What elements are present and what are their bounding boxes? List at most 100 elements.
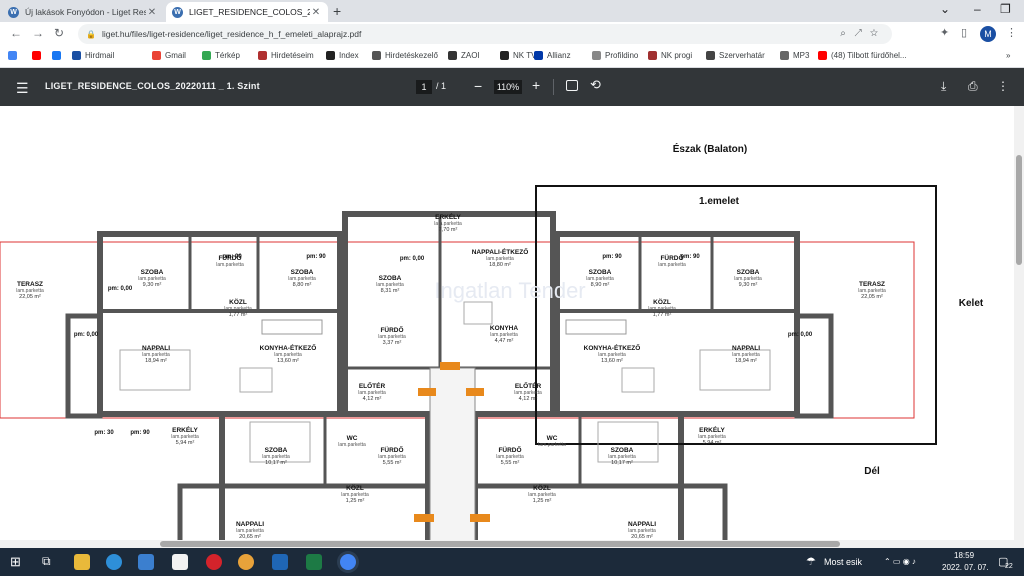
side-panel-icon[interactable]: ▯ (961, 26, 967, 39)
floor-material: lam.parketta (628, 528, 656, 534)
room-area: 1,25 m² (346, 498, 365, 504)
pdf-toolbar: ☰ LIGET_RESIDENCE_COLOS_20220111 _ 1. Sz… (0, 68, 1024, 106)
bookmark-item[interactable]: Gmail (152, 51, 186, 60)
dimension-label: pm: 0,00 (74, 332, 99, 338)
bookmark-item[interactable] (8, 51, 21, 60)
share-icon[interactable]: ↗ (854, 28, 870, 39)
floor-material: lam.parketta (598, 352, 626, 358)
screen: W Új lakások Fonyódon - Liget Resi ✕ W L… (0, 0, 1024, 576)
room-name: FÜRDŐ (380, 445, 403, 454)
print-icon[interactable]: ⎙ (968, 79, 978, 94)
bookmark-item[interactable]: Index (326, 51, 359, 60)
reload-icon[interactable]: ↻ (54, 26, 64, 40)
outlook-icon[interactable] (272, 554, 288, 570)
bookmark-label: Szerverhatár (719, 51, 765, 60)
bookmark-favicon-icon (52, 51, 61, 60)
clock-date[interactable]: 2022. 07. 07. (942, 563, 989, 572)
close-icon[interactable]: ✕ (310, 7, 322, 18)
tab-pdf[interactable]: W LIGET_RESIDENCE_COLOS_20220 ✕ (166, 2, 328, 22)
zoom-out-button[interactable]: − (474, 78, 482, 94)
bookmark-item[interactable]: (48) Tilbott fürdőhel... (818, 51, 907, 60)
page-number-input[interactable]: 1 (416, 80, 432, 94)
wall-left-living (65, 313, 103, 419)
excel-icon[interactable] (306, 554, 322, 570)
new-tab-icon[interactable]: + (333, 3, 341, 19)
bookmark-item[interactable]: Allianz (534, 51, 571, 60)
wordpress-icon: W (8, 6, 19, 18)
bookmark-item[interactable]: Hirdmail (72, 51, 114, 60)
more-bookmarks-icon[interactable]: » (1006, 51, 1010, 60)
tab-title: Új lakások Fonyódon - Liget Resi (25, 7, 146, 17)
bookmark-item[interactable]: Térkép (202, 51, 240, 60)
bookmark-item[interactable]: Profildino (592, 51, 638, 60)
room-name: ELŐTÉR (515, 381, 542, 390)
floor-material: lam.parketta (434, 221, 462, 227)
search-icon[interactable]: ⌕ (840, 28, 854, 39)
tray-icons[interactable]: ⌃ ▭ ◉ ♪ (884, 557, 916, 566)
edge-icon[interactable] (106, 554, 122, 570)
weather-text[interactable]: Most esik (824, 557, 862, 567)
restore-icon[interactable]: ❐ (1000, 2, 1011, 16)
star-icon[interactable]: ☆ (870, 28, 886, 39)
pdf-viewer[interactable]: Észak (Balaton) 1.emelet Kelet Dél Ingatlan … (0, 106, 1024, 548)
bookmark-item[interactable]: Hirdetéskezelő (372, 51, 438, 60)
horizontal-scroll-thumb[interactable] (160, 541, 840, 547)
bookmark-item[interactable]: ZAOI (448, 51, 480, 60)
windows-start-icon[interactable]: ⊞ (10, 554, 21, 570)
address-bar[interactable]: 🔒 liget.hu/files/liget-residence/liget_r… (78, 24, 892, 44)
close-icon[interactable]: ✕ (146, 7, 158, 18)
room-name: ERKÉLY (172, 425, 198, 434)
vertical-scroll-thumb[interactable] (1016, 155, 1022, 265)
chrome-canary-icon[interactable] (238, 554, 254, 570)
floor-material: lam.parketta (486, 256, 514, 262)
bookmark-item[interactable] (52, 51, 65, 60)
toolbar-divider (553, 79, 554, 95)
notepad-icon[interactable] (172, 554, 188, 570)
bookmark-item[interactable]: Szerverhatár (706, 51, 765, 60)
task-view-icon[interactable]: ⧉ (42, 554, 51, 569)
more-options-icon[interactable]: ⋮ (997, 79, 1009, 93)
rotate-icon[interactable]: ⟲ (590, 77, 601, 93)
bookmark-item[interactable]: MP3 (780, 51, 809, 60)
floor-material: lam.parketta (586, 276, 614, 282)
zoom-level-input[interactable]: 110% (494, 80, 522, 94)
store-icon[interactable] (138, 554, 154, 570)
floor-material: lam.parketta (338, 442, 366, 448)
floor-material: lam.parketta (734, 276, 762, 282)
fit-page-icon[interactable] (566, 80, 578, 91)
menu-icon[interactable]: ⋮ (1006, 26, 1017, 39)
minimize-icon[interactable]: – (974, 2, 981, 16)
bookmark-favicon-icon (32, 51, 41, 60)
chrome-icon[interactable] (340, 554, 356, 570)
forward-icon[interactable]: → (32, 26, 44, 40)
clock-time[interactable]: 18:59 (954, 551, 974, 560)
tab-title: LIGET_RESIDENCE_COLOS_20220 (189, 7, 310, 17)
room-name: TERASZ (859, 281, 885, 288)
dropdown-icon[interactable]: ⌄ (940, 2, 950, 16)
file-explorer-icon[interactable] (74, 554, 90, 570)
bookmark-favicon-icon (72, 51, 81, 60)
tab-liget-website[interactable]: W Új lakások Fonyódon - Liget Resi ✕ (2, 2, 164, 22)
room-area: 18,94 m² (145, 358, 167, 364)
room-name: NAPPALI (732, 345, 760, 352)
room-name: SZOBA (291, 269, 314, 276)
bookmark-favicon-icon (818, 51, 827, 60)
zoom-in-button[interactable]: + (532, 77, 540, 93)
floor-material: lam.parketta (858, 288, 886, 294)
room-name: WC (347, 435, 358, 442)
room-name: ELŐTÉR (359, 381, 386, 390)
profile-avatar[interactable]: M (980, 26, 996, 42)
bookmark-item[interactable]: NK TV (500, 51, 536, 60)
back-icon[interactable]: ← (10, 26, 22, 40)
menu-icon[interactable]: ☰ (16, 80, 29, 97)
extensions-icon[interactable]: ✦ (940, 26, 949, 39)
room-name: KÖZL (533, 483, 551, 492)
room-area: 18,80 m² (489, 262, 511, 268)
opera-icon[interactable] (206, 554, 222, 570)
download-icon[interactable]: ⤓ (941, 79, 946, 94)
room-area: 4,12 m² (363, 396, 382, 402)
bookmark-item[interactable] (32, 51, 45, 60)
bookmark-item[interactable]: NK progi (648, 51, 692, 60)
bookmark-favicon-icon (8, 51, 17, 60)
bookmark-item[interactable]: Hirdetéseim (258, 51, 314, 60)
